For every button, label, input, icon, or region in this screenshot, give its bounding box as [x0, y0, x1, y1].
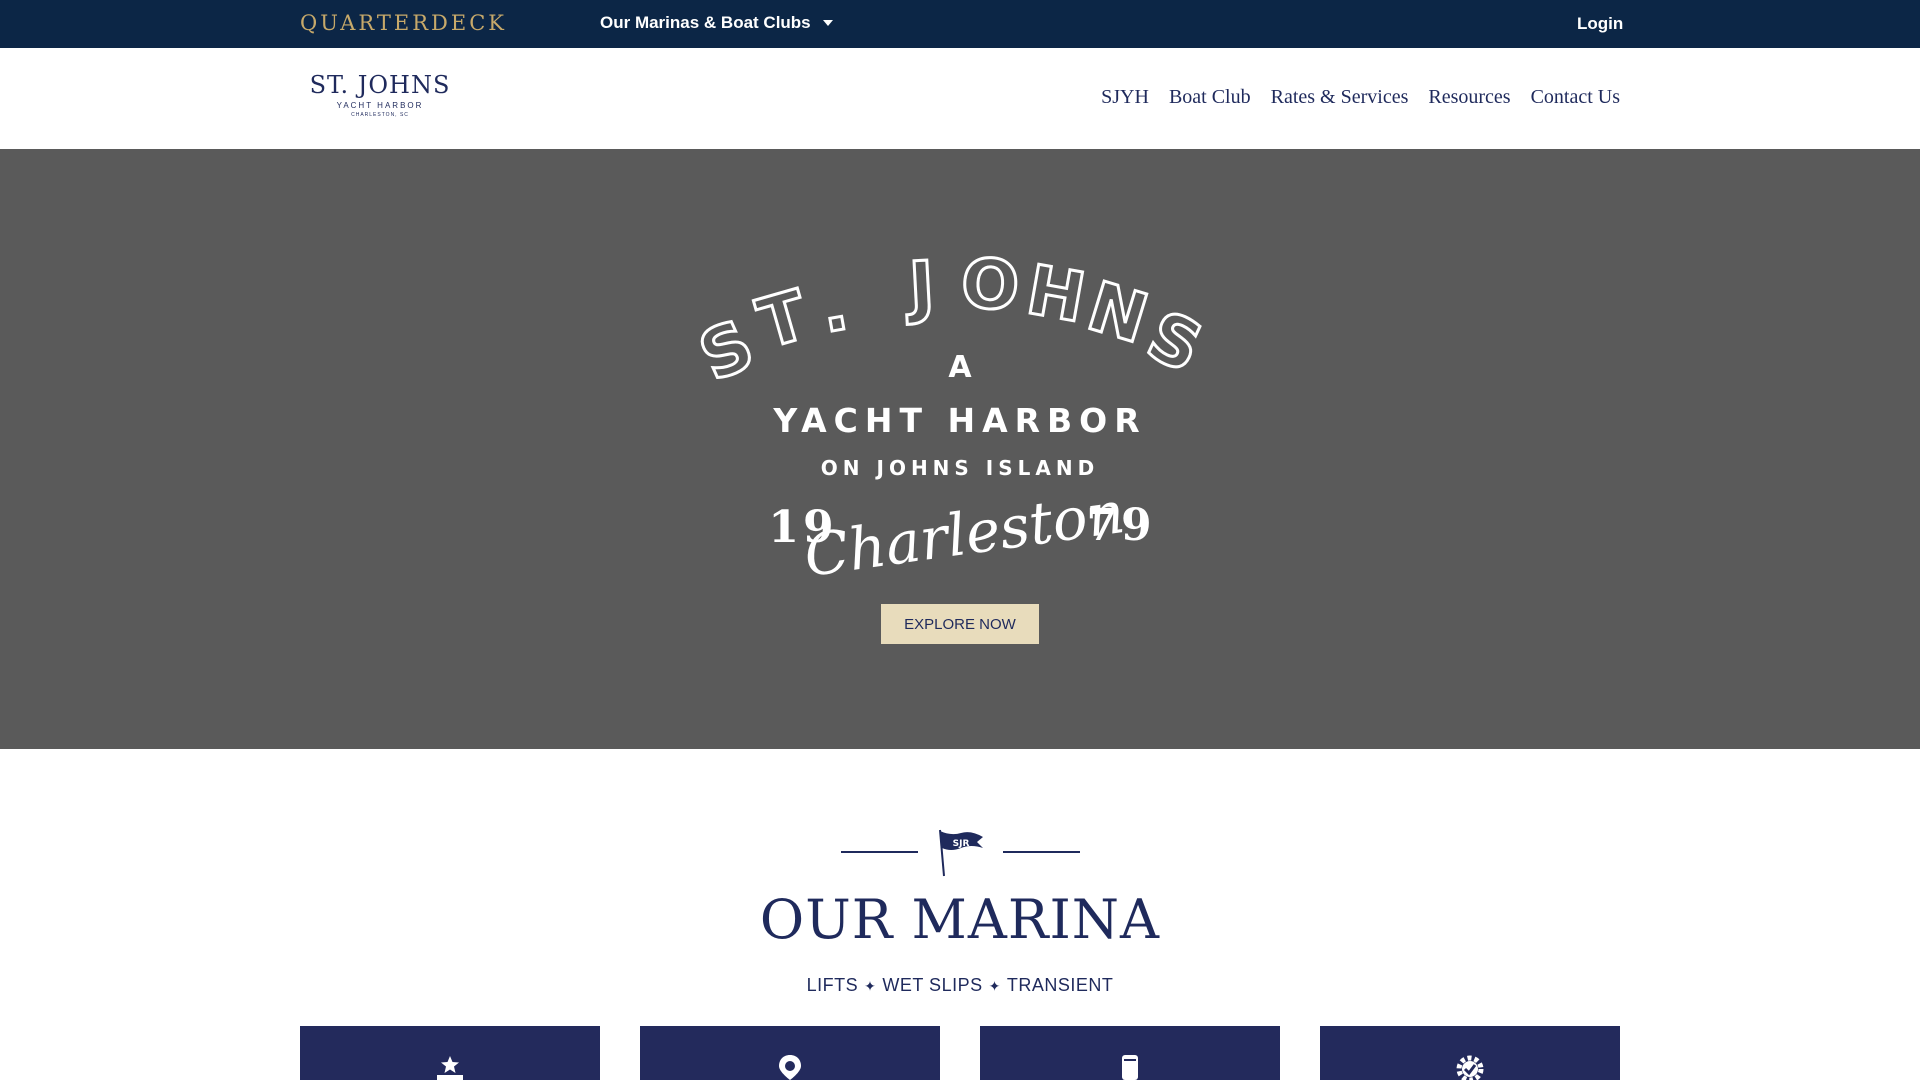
arc-letter-s1: S: [688, 305, 765, 397]
arc-letter-dot: .: [815, 267, 854, 349]
nav-item-rates-services[interactable]: Rates & Services: [1271, 86, 1409, 109]
nav-item-resources[interactable]: Resources: [1428, 86, 1510, 109]
title-divider-left: [841, 851, 918, 853]
logo-main-text: ST. JOHNS: [309, 71, 451, 99]
arc-letter-t: T: [750, 276, 817, 365]
explore-now-button[interactable]: EXPLORE NOW: [881, 604, 1039, 644]
hero-banner: S T . J O H N S A YACHT HARBOR ON JOHNS …: [0, 149, 1920, 749]
our-marina-title: OUR MARINA: [759, 888, 1161, 951]
hero-on-johns-island: ON JOHNS ISLAND: [821, 456, 1099, 480]
flag-letters: SJR: [953, 839, 970, 849]
arc-letter-j: J: [903, 247, 936, 327]
quarterdeck-brand-link[interactable]: QUARTERDECK: [300, 11, 507, 35]
map-pin-icon: [779, 1055, 801, 1080]
hero-emblem: S T . J O H N S A YACHT HARBOR ON JOHNS …: [687, 243, 1215, 590]
marina-card-contact[interactable]: [980, 1026, 1280, 1080]
arc-letter-o: O: [959, 245, 1021, 327]
arc-letter-h: H: [1021, 251, 1091, 339]
hero-charleston-script: Charleston: [800, 478, 1129, 590]
phone-icon: [1122, 1055, 1138, 1080]
our-marina-subtitle: LIFTS ✦ WET SLIPS ✦ TRANSIENT: [0, 975, 1920, 996]
hero-a-letter: A: [948, 350, 972, 385]
marina-card-services[interactable]: [1320, 1026, 1620, 1080]
nav-item-boat-club[interactable]: Boat Club: [1169, 86, 1251, 109]
nav-item-sjyh[interactable]: SJYH: [1101, 86, 1149, 109]
arc-letter-n: N: [1079, 267, 1157, 359]
subtitle-separator: ✦: [988, 978, 1001, 994]
subtitle-transient: TRANSIENT: [1006, 975, 1114, 995]
subtitle-wet-slips: WET SLIPS: [882, 975, 983, 995]
site-header: ST. JOHNS YACHT HARBOR CHARLESTON, SC SJ…: [0, 48, 1920, 149]
marinas-dropdown-label: Our Marinas & Boat Clubs: [600, 13, 811, 32]
burgee-flag-icon: SJR: [939, 829, 983, 877]
nav-item-contact-us[interactable]: Contact Us: [1531, 86, 1620, 109]
marina-card-location[interactable]: [640, 1026, 940, 1080]
main-nav: SJYH Boat Club Rates & Services Resource…: [1101, 86, 1620, 109]
logo-location-text: CHARLESTON, SC: [351, 112, 409, 118]
top-utility-bar: QUARTERDECK Our Marinas & Boat Clubs Log…: [0, 0, 1920, 48]
gear-check-icon: [1456, 1055, 1484, 1080]
subtitle-lifts: LIFTS: [806, 975, 859, 995]
logo-sub-text: YACHT HARBOR: [336, 101, 424, 110]
marina-card-amenities[interactable]: [300, 1026, 600, 1080]
subtitle-separator: ✦: [864, 978, 877, 994]
login-link[interactable]: Login: [1577, 14, 1623, 34]
star-trophy-icon: [437, 1056, 463, 1080]
title-divider-right: [1003, 851, 1080, 853]
hero-yacht-harbor: YACHT HARBOR: [772, 401, 1146, 440]
st-johns-logo[interactable]: ST. JOHNS YACHT HARBOR CHARLESTON, SC: [300, 72, 460, 118]
marinas-dropdown[interactable]: Our Marinas & Boat Clubs: [600, 13, 833, 33]
caret-down-icon: [822, 20, 833, 26]
